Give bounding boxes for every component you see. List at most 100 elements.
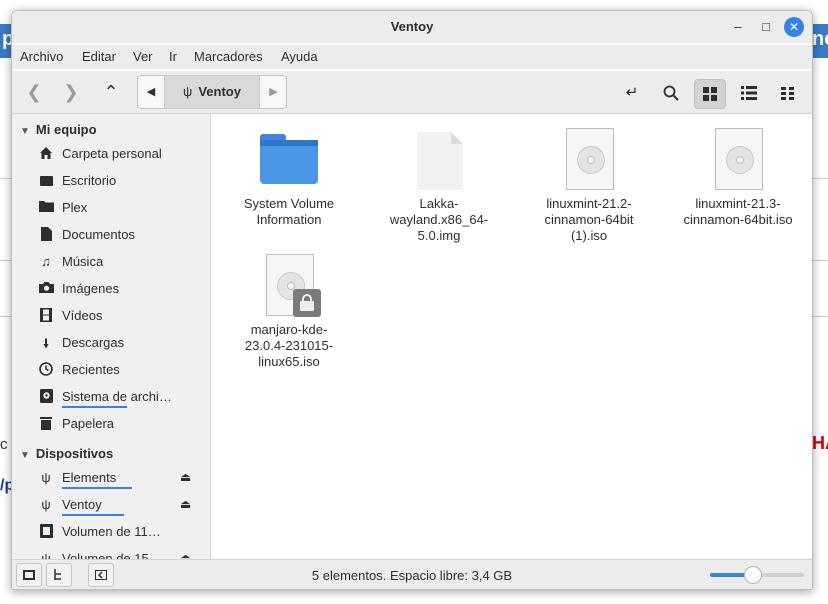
compact-view-icon[interactable]: [773, 79, 803, 107]
trash-icon: [38, 416, 54, 432]
back-icon[interactable]: ❮: [21, 79, 47, 105]
clock-icon: [38, 362, 54, 378]
section-label: Mi equipo: [35, 122, 97, 137]
sidebar-item-musica[interactable]: ♫ Música: [38, 252, 204, 274]
sidebar-item-label: Volumen de 15…: [62, 551, 162, 559]
sidebar-item-documentos[interactable]: Documentos: [38, 225, 204, 247]
close-icon[interactable]: ✕: [784, 17, 804, 37]
file-name: Lakka-wayland.x86_64-5.0.img: [389, 196, 489, 243]
status-bar: 5 elementos. Espacio libre: 3,4 GB: [12, 559, 812, 589]
file-name: linuxmint-21.3-cinnamon-64bit.iso: [683, 196, 793, 227]
file-item-img[interactable]: Lakka-wayland.x86_64-5.0.img: [384, 114, 494, 244]
sidebar-item-escritorio[interactable]: Escritorio: [38, 171, 204, 193]
sidebar-item-sistema-de-archivos[interactable]: Sistema de archi…: [38, 387, 204, 409]
forward-icon[interactable]: ❯: [58, 79, 84, 105]
sidebar-item-label: Elements: [62, 470, 117, 485]
file-view[interactable]: System Volume Information Lakka-wayland.…: [211, 114, 812, 559]
zoom-slider-handle[interactable]: [744, 566, 762, 584]
chip-icon: [38, 524, 54, 540]
sidebar-item-label: Ventoy: [62, 497, 102, 512]
menu-archivo[interactable]: Archivo: [20, 49, 63, 64]
menu-ver[interactable]: Ver: [133, 49, 153, 64]
file-item-iso[interactable]: linuxmint-21.2-cinnamon-64bit (1).iso: [534, 114, 644, 254]
usb-icon: ψ: [41, 497, 51, 512]
desktop-icon: [38, 173, 54, 189]
path-segment-label: Ventoy: [198, 84, 241, 99]
menubar: Archivo Editar Ver Ir Marcadores Ayuda: [12, 45, 812, 69]
camera-icon: [38, 281, 54, 297]
sidebar-item-descargas[interactable]: 🠛 Descargas: [38, 333, 204, 355]
hide-sidebar-icon[interactable]: [88, 563, 114, 587]
section-label: Dispositivos: [35, 446, 114, 461]
file-item-folder[interactable]: System Volume Information: [234, 114, 344, 244]
menu-ir[interactable]: Ir: [169, 49, 177, 64]
file-name: manjaro-kde-23.0.4-231015-linux65.iso: [244, 322, 334, 369]
music-icon: ♫: [41, 254, 51, 269]
sidebar-section-mi-equipo[interactable]: ▼ Mi equipo: [20, 122, 97, 137]
background-text-fragment: c: [0, 436, 8, 453]
usage-bar: [62, 406, 127, 408]
usb-icon: ψ: [41, 470, 51, 485]
sidebar-item-plex[interactable]: Plex: [38, 198, 204, 220]
search-icon[interactable]: [656, 79, 686, 107]
file-item-iso-locked[interactable]: manjaro-kde-23.0.4-231015-linux65.iso: [234, 240, 344, 380]
eject-icon[interactable]: ⏏: [180, 551, 191, 559]
grid-view-icon[interactable]: [694, 79, 726, 109]
collapse-triangle-icon: ▼: [20, 450, 30, 461]
sidebar-item-label: Música: [62, 254, 104, 269]
collapse-triangle-icon: ▼: [20, 126, 30, 137]
up-icon[interactable]: ⌃: [98, 79, 124, 105]
folder-icon: [260, 134, 318, 184]
sidebar-item-label: Recientes: [62, 362, 120, 377]
sidebar-item-label: Plex: [62, 200, 88, 215]
path-segment-ventoy[interactable]: ψ Ventoy: [165, 76, 259, 108]
film-icon: [38, 308, 54, 324]
minimize-icon[interactable]: –: [730, 19, 746, 35]
path-scroll-left-icon[interactable]: ◀: [138, 76, 165, 108]
usb-icon: ψ: [183, 84, 193, 99]
background-text-fragment: nc: [812, 28, 828, 50]
file-item-iso[interactable]: linuxmint-21.3-cinnamon-64bit.iso: [683, 114, 793, 254]
menu-ayuda[interactable]: Ayuda: [281, 49, 318, 64]
menu-editar[interactable]: Editar: [82, 49, 116, 64]
toggle-location-icon[interactable]: ↵: [617, 79, 647, 107]
drive-icon: [38, 389, 54, 405]
sidebar-item-imagenes[interactable]: Imágenes: [38, 279, 204, 301]
sidebar-item-carpeta-personal[interactable]: Carpeta personal: [38, 144, 204, 166]
status-text: 5 elementos. Espacio libre: 3,4 GB: [311, 568, 513, 583]
eject-icon[interactable]: ⏏: [180, 470, 191, 484]
sidebar-item-papelera[interactable]: Papelera: [38, 414, 204, 436]
titlebar[interactable]: Ventoy – □ ✕: [12, 11, 812, 43]
lock-icon: [293, 289, 321, 317]
sidebar-section-dispositivos[interactable]: ▼ Dispositivos: [20, 446, 113, 461]
sidebar-item-label: Sistema de archi…: [62, 389, 172, 404]
tree-sidebar-toggle-icon[interactable]: [46, 563, 72, 587]
download-icon: 🠛: [42, 336, 50, 351]
sidebar-item-label: Descargas: [62, 335, 125, 350]
background-text-fragment: HA: [812, 433, 828, 453]
menu-marcadores[interactable]: Marcadores: [194, 49, 263, 64]
sidebar-item-label: Volumen de 11…: [62, 524, 161, 539]
sidebar-item-volumen-11[interactable]: Volumen de 11…: [38, 522, 204, 544]
places-sidebar-toggle-icon[interactable]: [16, 563, 42, 587]
usage-bar: [62, 487, 132, 489]
list-view-icon[interactable]: [734, 79, 764, 107]
zoom-slider[interactable]: [710, 566, 804, 584]
home-icon: [38, 146, 54, 162]
file-icon: [417, 132, 463, 190]
sidebar-item-ventoy[interactable]: ψ Ventoy ⏏: [38, 495, 204, 517]
sidebar-item-elements[interactable]: ψ Elements ⏏: [38, 468, 204, 490]
path-bar: ◀ ψ Ventoy ▶: [137, 75, 287, 109]
sidebar-item-recientes[interactable]: Recientes: [38, 360, 204, 382]
sidebar-item-label: Carpeta personal: [62, 146, 162, 161]
toolbar: ❮ ❯ ⌃ ◀ ψ Ventoy ▶ ↵: [12, 71, 812, 114]
sidebar-item-videos[interactable]: Vídeos: [38, 306, 204, 328]
disc-image-icon: [715, 128, 763, 190]
maximize-icon[interactable]: □: [758, 19, 774, 35]
sidebar-item-label: Vídeos: [62, 308, 103, 323]
eject-icon[interactable]: ⏏: [180, 497, 191, 511]
window-title: Ventoy: [390, 19, 434, 34]
path-scroll-right-icon[interactable]: ▶: [259, 76, 287, 108]
file-name: linuxmint-21.2-cinnamon-64bit (1).iso: [544, 196, 634, 243]
sidebar-item-volumen-15[interactable]: ψ Volumen de 15… ⏏: [38, 549, 204, 559]
